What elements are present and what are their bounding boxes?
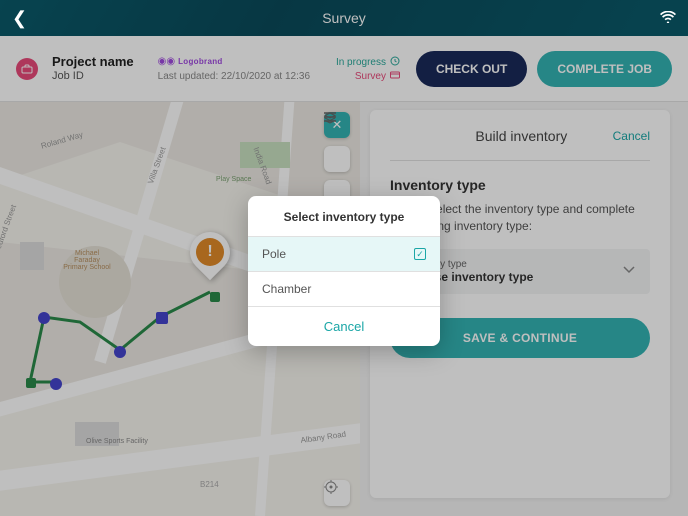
modal-option-pole[interactable]: Pole ✓ [248, 236, 440, 271]
modal-option-label: Pole [262, 247, 286, 261]
modal-option-chamber[interactable]: Chamber [248, 271, 440, 306]
select-inventory-type-modal: Select inventory type Pole ✓ Chamber Can… [248, 196, 440, 346]
modal-option-label: Chamber [262, 282, 311, 296]
checkmark-icon: ✓ [414, 248, 426, 260]
modal-cancel-button[interactable]: Cancel [248, 306, 440, 346]
modal-title: Select inventory type [248, 196, 440, 236]
back-button[interactable]: ❮ [12, 8, 27, 29]
wifi-icon [660, 10, 676, 26]
